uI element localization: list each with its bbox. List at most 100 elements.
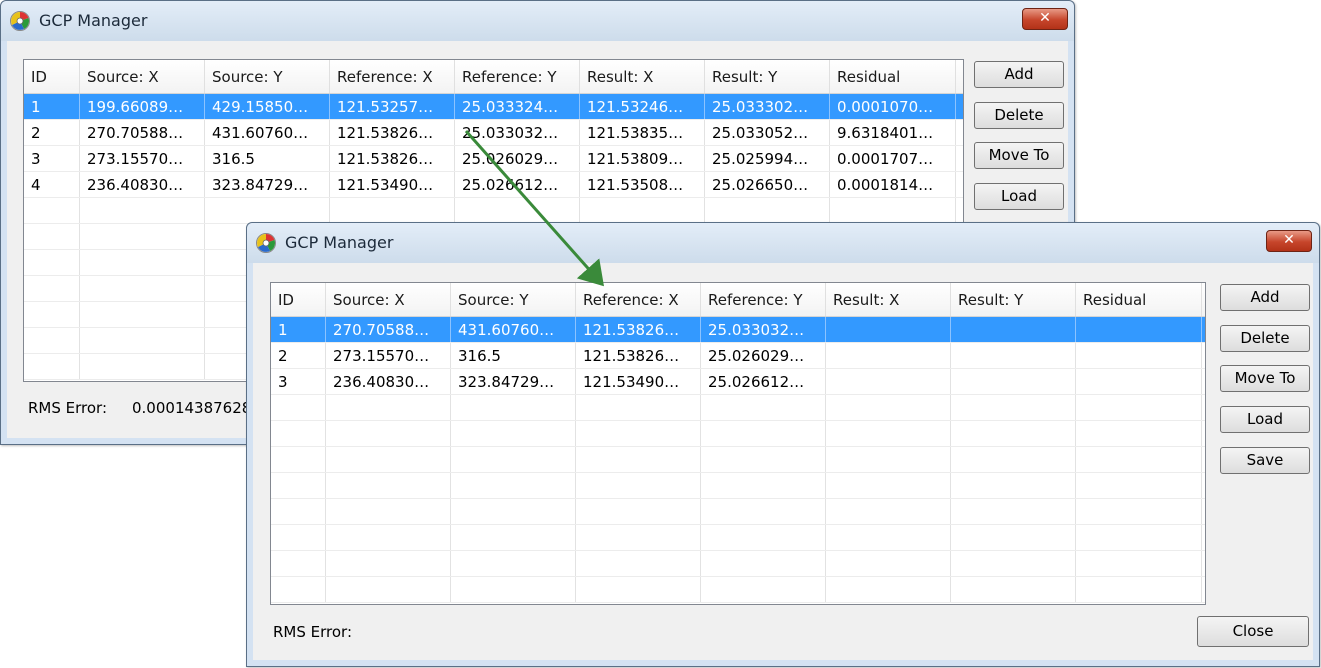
back-column-header[interactable]: Result: Y <box>705 60 830 93</box>
front-table-cell <box>1076 395 1202 420</box>
back-table-cell <box>24 354 80 379</box>
back-window-close-button[interactable]: ✕ <box>1022 8 1068 30</box>
front-table-cell <box>576 499 701 524</box>
back-delete-button[interactable]: Delete <box>974 102 1064 129</box>
front-table-cell <box>701 577 826 602</box>
front-move-to-button[interactable]: Move To <box>1220 365 1310 392</box>
front-window-close-button[interactable]: ✕ <box>1266 230 1312 252</box>
back-window-titlebar[interactable]: GCP Manager ✕ <box>1 1 1074 41</box>
front-table-cell <box>451 499 576 524</box>
back-table-row[interactable]: 3 273.15570… 316.5 121.53826… 25.026029… 121.… <box>24 146 963 172</box>
back-table-cell: 323.84729… <box>205 172 330 197</box>
front-table-cell: 25.033032… <box>701 317 826 342</box>
front-table-cell <box>826 525 951 550</box>
front-gcp-table[interactable]: ID Source: X Source: Y Reference: X Referenc… <box>270 282 1206 605</box>
front-table-cell: 236.40830… <box>326 369 451 394</box>
front-table-cell <box>451 525 576 550</box>
front-column-header[interactable]: Source: X <box>326 283 451 316</box>
back-table-cell <box>205 198 330 223</box>
back-table-row[interactable]: 1 199.66089… 429.15850… 121.53257… 25.033324… <box>24 94 963 120</box>
back-column-header[interactable]: Residual <box>830 60 956 93</box>
front-table-cell <box>271 525 326 550</box>
front-rms-error-label: RMS Error: <box>273 623 353 641</box>
front-column-header[interactable]: Result: Y <box>951 283 1076 316</box>
back-table-cell: 316.5 <box>205 146 330 171</box>
front-table-row[interactable]: 1 270.70588… 431.60760… 121.53826… 25.033032… <box>271 317 1205 343</box>
front-table-cell <box>1076 499 1202 524</box>
back-table-cell <box>24 250 80 275</box>
front-table-cell <box>826 499 951 524</box>
back-table-cell: 0.0001070… <box>830 94 956 119</box>
front-load-button[interactable]: Load <box>1220 406 1310 433</box>
front-table-cell: 121.53826… <box>576 317 701 342</box>
front-table-cell <box>1076 551 1202 576</box>
front-column-header[interactable]: Reference: Y <box>701 283 826 316</box>
back-column-header[interactable]: Source: X <box>80 60 205 93</box>
back-table-row[interactable] <box>24 198 963 224</box>
front-table-cell <box>951 317 1076 342</box>
front-column-header[interactable]: Source: Y <box>451 283 576 316</box>
front-table-row[interactable] <box>271 421 1205 447</box>
front-save-button[interactable]: Save <box>1220 447 1310 474</box>
front-table-cell <box>576 525 701 550</box>
front-table-row[interactable] <box>271 447 1205 473</box>
front-table-cell <box>326 421 451 446</box>
front-window-titlebar[interactable]: GCP Manager ✕ <box>247 223 1319 263</box>
front-close-button[interactable]: Close <box>1197 616 1309 647</box>
back-column-header[interactable]: Reference: Y <box>455 60 580 93</box>
front-table-cell <box>951 551 1076 576</box>
back-table-cell: 121.53508… <box>580 172 705 197</box>
front-table-cell: 2 <box>271 343 326 368</box>
front-table-row[interactable]: 3 236.40830… 323.84729… 121.53490… 25.026612… <box>271 369 1205 395</box>
front-table-cell <box>1076 577 1202 602</box>
front-table-cell <box>826 395 951 420</box>
front-column-header[interactable]: ID <box>271 283 326 316</box>
back-table-row[interactable]: 2 270.70588… 431.60760… 121.53826… 25.033032… <box>24 120 963 146</box>
front-table-cell <box>701 499 826 524</box>
front-table-cell <box>271 447 326 472</box>
back-table-row[interactable]: 4 236.40830… 323.84729… 121.53490… 25.026612… <box>24 172 963 198</box>
front-table-cell: 323.84729… <box>451 369 576 394</box>
front-table-row[interactable] <box>271 499 1205 525</box>
front-table-cell <box>951 421 1076 446</box>
back-add-button[interactable]: Add <box>974 61 1064 88</box>
back-window-title: GCP Manager <box>39 11 148 30</box>
front-delete-button[interactable]: Delete <box>1220 325 1310 352</box>
front-table-cell <box>701 525 826 550</box>
front-add-button[interactable]: Add <box>1220 284 1310 311</box>
back-column-header[interactable]: Result: X <box>580 60 705 93</box>
front-table-cell <box>271 395 326 420</box>
front-table-cell: 270.70588… <box>326 317 451 342</box>
front-table-cell: 273.15570… <box>326 343 451 368</box>
front-table-cell: 121.53826… <box>576 343 701 368</box>
front-column-header[interactable]: Residual <box>1076 283 1202 316</box>
back-table-cell: 25.025994… <box>705 146 830 171</box>
front-column-header[interactable]: Reference: X <box>576 283 701 316</box>
back-move-to-button[interactable]: Move To <box>974 142 1064 169</box>
front-table-row[interactable] <box>271 525 1205 551</box>
front-table-cell <box>701 395 826 420</box>
front-table-cell: 3 <box>271 369 326 394</box>
front-table-cell <box>826 577 951 602</box>
back-column-header[interactable]: ID <box>24 60 80 93</box>
back-column-header[interactable]: Source: Y <box>205 60 330 93</box>
back-table-cell: 4 <box>24 172 80 197</box>
front-table-cell: 121.53490… <box>576 369 701 394</box>
front-column-header[interactable]: Result: X <box>826 283 951 316</box>
front-table-row[interactable]: 2 273.15570… 316.5 121.53826… 25.026029… <box>271 343 1205 369</box>
back-column-header[interactable]: Reference: X <box>330 60 455 93</box>
back-table-cell <box>705 198 830 223</box>
front-table-row[interactable] <box>271 577 1205 603</box>
front-table-cell: 25.026029… <box>701 343 826 368</box>
front-table-row[interactable] <box>271 395 1205 421</box>
front-table-cell <box>951 577 1076 602</box>
front-table-cell <box>1076 369 1202 394</box>
front-table-row[interactable] <box>271 551 1205 577</box>
front-table-cell <box>951 525 1076 550</box>
back-load-button[interactable]: Load <box>974 183 1064 210</box>
back-table-cell <box>24 276 80 301</box>
front-table-row[interactable] <box>271 473 1205 499</box>
back-table-cell <box>80 302 205 327</box>
back-table-cell <box>80 328 205 353</box>
back-table-cell <box>330 198 455 223</box>
